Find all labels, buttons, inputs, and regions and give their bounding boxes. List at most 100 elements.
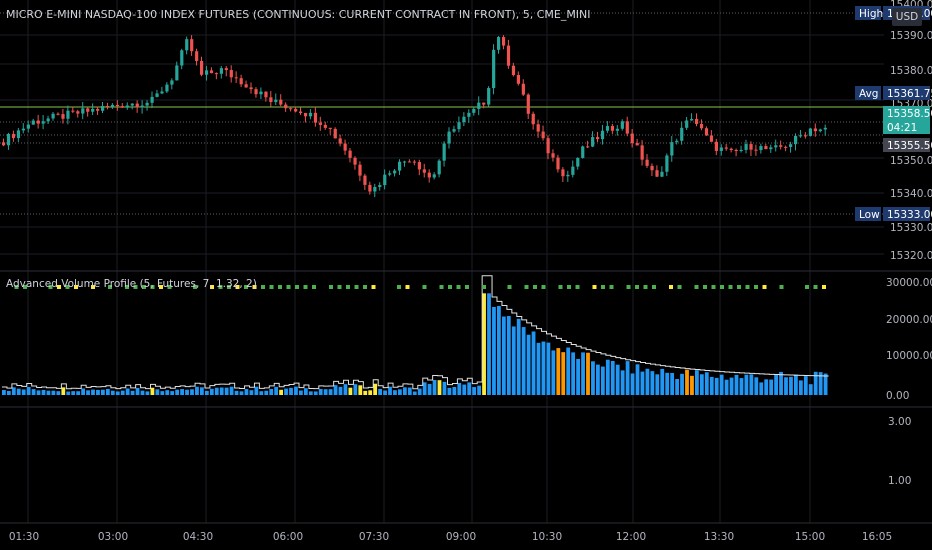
volume-bar xyxy=(764,379,769,395)
signal-dot xyxy=(448,285,452,289)
candle-body xyxy=(318,122,322,125)
candle-body xyxy=(571,166,575,175)
signal-dot xyxy=(754,285,758,289)
volume-bar xyxy=(784,377,788,395)
volume-bar xyxy=(125,388,130,395)
volume-bar xyxy=(56,391,61,395)
volume-bar xyxy=(492,306,496,395)
volume-bar xyxy=(204,390,209,395)
volume-bar xyxy=(407,387,412,395)
volume-bar xyxy=(308,391,313,395)
volume-bar xyxy=(412,391,417,395)
volume-bar xyxy=(259,391,264,395)
volume-bar xyxy=(130,390,135,395)
candle-body xyxy=(531,113,535,125)
candle-body xyxy=(492,49,496,89)
chart-area[interactable]: 15400.0015390.0015380.0015370.0015350.00… xyxy=(0,0,932,550)
candle-body xyxy=(160,91,164,94)
volume-bar xyxy=(61,387,66,395)
signal-dot xyxy=(592,285,597,289)
candle-body xyxy=(581,146,585,158)
volume-bar xyxy=(170,391,175,395)
signal-dot xyxy=(779,285,784,289)
signal-dot xyxy=(295,285,299,289)
volume-bar xyxy=(76,391,81,395)
volume-bar xyxy=(699,374,704,395)
volume-bar xyxy=(729,377,734,395)
signal-dot xyxy=(762,285,767,289)
indicator-label[interactable]: Advanced Volume Profile (5, Futures, 7, … xyxy=(6,278,257,290)
candle-body xyxy=(373,187,377,192)
candle-body xyxy=(442,143,446,161)
candle-body xyxy=(774,145,778,148)
volume-bar xyxy=(155,389,160,395)
volume-bar xyxy=(378,388,382,395)
candle-body xyxy=(447,131,451,144)
candle-body xyxy=(714,141,718,151)
time-tick: 09:00 xyxy=(446,531,476,543)
signal-dot xyxy=(694,285,699,289)
candle-body xyxy=(719,147,723,151)
volume-bar xyxy=(115,391,120,395)
volume-bar xyxy=(274,386,279,395)
candle-body xyxy=(566,174,570,177)
time-tick: 12:00 xyxy=(616,531,646,543)
level-price-label: 15358.50 xyxy=(887,108,932,120)
candle-body xyxy=(303,112,308,117)
volume-average-line xyxy=(2,275,829,390)
time-tick: 06:00 xyxy=(273,531,303,543)
candle-body xyxy=(51,113,55,119)
candle-body xyxy=(150,96,154,103)
lower-pane-tick: 3.00 xyxy=(888,416,911,428)
signal-dot xyxy=(465,285,469,289)
signal-dot xyxy=(269,285,274,289)
signal-dot xyxy=(337,285,342,289)
volume-bar xyxy=(477,385,481,395)
candle-body xyxy=(546,138,550,154)
volume-bar xyxy=(363,390,368,395)
candle-body xyxy=(452,129,456,132)
candle-body xyxy=(650,165,654,171)
signal-dot xyxy=(541,285,546,289)
chart-canvas[interactable]: 15400.0015390.0015380.0015370.0015350.00… xyxy=(0,0,932,550)
volume-bar xyxy=(685,369,689,395)
signal-dot xyxy=(728,285,733,289)
candle-body xyxy=(511,65,516,76)
volume-bar xyxy=(284,388,288,395)
candle-body xyxy=(66,110,70,119)
volume-bar xyxy=(734,374,739,395)
candle-body xyxy=(21,128,25,131)
candle-body xyxy=(130,103,134,106)
signal-dot xyxy=(669,285,673,289)
candle-body xyxy=(823,127,827,130)
candle-body xyxy=(412,161,417,163)
volume-bar xyxy=(200,387,204,395)
candle-body xyxy=(185,39,189,51)
volume-bar xyxy=(175,389,180,395)
candle-body xyxy=(744,144,748,150)
volume-bar xyxy=(655,374,660,395)
candle-body xyxy=(328,127,332,129)
signal-dot xyxy=(329,285,333,289)
candle-body xyxy=(402,161,407,163)
volume-bar xyxy=(368,390,373,395)
candle-body xyxy=(353,157,357,165)
candle-body xyxy=(789,144,793,148)
candle-body xyxy=(244,84,248,88)
candle-body xyxy=(630,133,634,144)
volume-bar xyxy=(779,371,783,395)
volume-bar xyxy=(6,390,11,395)
signal-dot xyxy=(439,285,444,289)
candle-body xyxy=(600,130,605,140)
candle-body xyxy=(536,124,540,132)
candle-body xyxy=(794,135,798,145)
candle-body xyxy=(363,175,367,185)
candle-body xyxy=(437,160,441,175)
volume-bar xyxy=(531,331,536,395)
currency-badge[interactable]: USD xyxy=(892,8,922,26)
volume-bar xyxy=(620,370,625,395)
volume-bar xyxy=(610,360,615,395)
signal-dot xyxy=(720,285,724,289)
volume-bar xyxy=(749,374,754,395)
candle-body xyxy=(388,173,392,175)
